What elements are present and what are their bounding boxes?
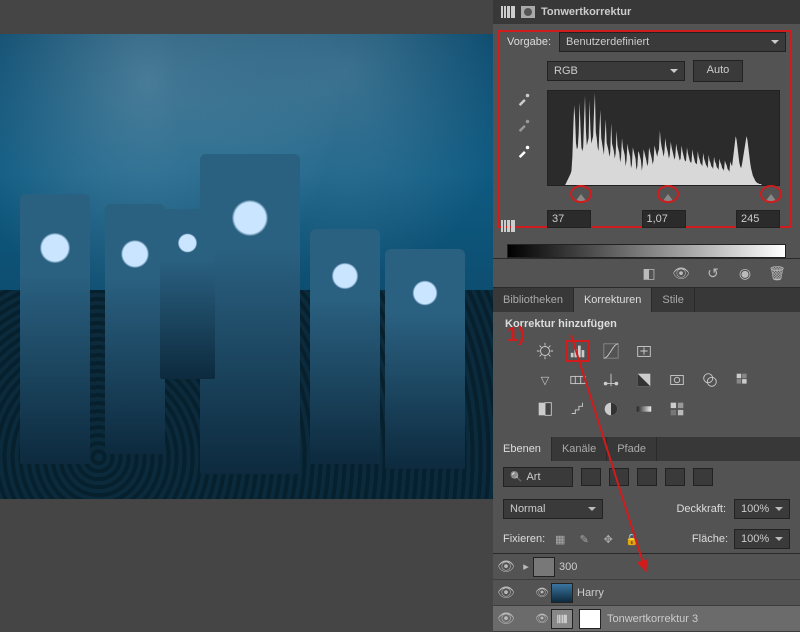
input-slider-track[interactable] (547, 188, 780, 206)
tab-stile[interactable]: Stile (652, 288, 694, 312)
channel-mixer-icon[interactable] (698, 369, 722, 391)
visibility-toggle-icon[interactable]: 👁 (493, 610, 519, 627)
lock-position-icon[interactable]: ✥ (599, 531, 617, 547)
black-point-eyedropper-icon[interactable] (515, 90, 533, 108)
photo-subject (105, 204, 165, 454)
curves-adjustment-icon[interactable] (599, 340, 623, 362)
auto-button[interactable]: Auto (693, 60, 743, 82)
posterize-icon[interactable] (566, 398, 590, 420)
filter-shape-icon[interactable] (665, 468, 685, 486)
lock-label: Fixieren: (503, 533, 545, 545)
layer-list: 👁 ▸ 300 👁 👁 Harry 👁 👁 Tonwertkorrektur 3 (493, 553, 800, 632)
preset-label: Vorgabe: (507, 36, 551, 48)
folder-toggle-icon[interactable]: ▸ (519, 560, 533, 573)
link-icon[interactable]: 👁 (533, 586, 551, 599)
exposure-adjustment-icon[interactable] (632, 340, 656, 362)
image-canvas[interactable] (0, 34, 493, 499)
filter-adjustment-icon[interactable] (609, 468, 629, 486)
layer-mask-thumbnail[interactable] (579, 609, 601, 629)
white-point-input[interactable]: 245 (736, 210, 780, 228)
lock-all-icon[interactable]: 🔒 (623, 531, 641, 547)
photo-subject (385, 249, 465, 469)
levels-icon (501, 6, 515, 18)
preset-select[interactable]: Benutzerdefiniert (559, 32, 786, 52)
filter-type-icon[interactable] (637, 468, 657, 486)
threshold-icon[interactable] (599, 398, 623, 420)
gradient-map-icon[interactable] (632, 398, 656, 420)
tab-pfade[interactable]: Pfade (607, 437, 657, 461)
tab-korrekturen[interactable]: Korrekturen (574, 288, 652, 312)
layer-row[interactable]: 👁 ▸ 300 (493, 554, 800, 580)
white-point-eyedropper-icon[interactable] (515, 142, 533, 160)
vibrance-icon[interactable]: ▽ (533, 369, 557, 391)
layer-filter-kind-select[interactable]: Art (503, 467, 573, 487)
properties-title: Tonwertkorrektur (541, 6, 631, 18)
opacity-label: Deckkraft: (676, 503, 726, 515)
layer-row[interactable]: 👁 👁 Harry (493, 580, 800, 606)
adjustments-header: Korrektur hinzufügen (493, 312, 800, 336)
clip-to-layer-icon[interactable]: ◧ (640, 265, 658, 281)
annotation-circle (570, 185, 592, 203)
color-balance-icon[interactable] (599, 369, 623, 391)
adjustment-thumbnail (551, 609, 573, 629)
layer-name[interactable]: Tonwertkorrektur 3 (607, 613, 698, 625)
filter-pixel-icon[interactable] (581, 468, 601, 486)
adjustments-grid: ▽ (493, 336, 800, 437)
color-lookup-icon[interactable] (731, 369, 755, 391)
levels-adjustment-icon[interactable] (566, 340, 590, 362)
properties-panel-header: Tonwertkorrektur (493, 0, 800, 24)
photo-subject (160, 209, 215, 379)
lock-pixels-icon[interactable]: ✎ (575, 531, 593, 547)
blend-mode-select[interactable]: Normal (503, 499, 603, 519)
selective-color-icon[interactable] (665, 398, 689, 420)
photo-subject (200, 154, 300, 474)
tab-kanaele[interactable]: Kanäle (552, 437, 607, 461)
mask-icon (521, 6, 535, 18)
channel-select[interactable]: RGB (547, 61, 685, 81)
visibility-toggle-icon[interactable]: 👁 (493, 558, 519, 575)
black-white-icon[interactable] (632, 369, 656, 391)
fill-input[interactable]: 100% (734, 529, 790, 549)
properties-footer: ◧ 👁 ↺ ◉ 🗑 (493, 258, 800, 288)
right-panel-stack: Tonwertkorrektur 2) Vorgabe: Benutzerdef… (493, 0, 800, 600)
lock-transparency-icon[interactable]: ▦ (551, 531, 569, 547)
visibility-toggle-icon[interactable]: 👁 (493, 584, 519, 601)
photo-subject (20, 194, 90, 464)
black-point-input[interactable]: 37 (547, 210, 591, 228)
annotation-circle (657, 185, 679, 203)
reset-icon[interactable]: ↺ (704, 265, 722, 281)
view-previous-icon[interactable]: 👁 (672, 265, 690, 281)
link-icon[interactable]: 👁 (533, 612, 551, 625)
trash-icon[interactable]: 🗑 (768, 265, 786, 281)
fill-label: Fläche: (692, 533, 728, 545)
opacity-input[interactable]: 100% (734, 499, 790, 519)
layer-name[interactable]: 300 (559, 561, 577, 573)
hue-sat-icon[interactable] (566, 369, 590, 391)
toggle-visibility-icon[interactable]: ◉ (736, 265, 754, 281)
tab-ebenen[interactable]: Ebenen (493, 437, 552, 461)
layers-tabs: Ebenen Kanäle Pfade (493, 437, 800, 461)
histogram (547, 90, 780, 186)
filter-smart-icon[interactable] (693, 468, 713, 486)
annotation-circle (760, 185, 782, 203)
layer-name[interactable]: Harry (577, 587, 604, 599)
photo-filter-icon[interactable] (665, 369, 689, 391)
levels-controls: Vorgabe: Benutzerdefiniert RGB Auto (493, 24, 800, 236)
brightness-contrast-icon[interactable] (533, 340, 557, 362)
adjustments-tabs: Bibliotheken Korrekturen Stile (493, 288, 800, 312)
photo-subject (310, 229, 380, 464)
layer-row[interactable]: 👁 👁 Tonwertkorrektur 3 (493, 606, 800, 632)
output-gradient[interactable] (507, 244, 786, 258)
eyedropper-group (515, 90, 533, 160)
tab-bibliotheken[interactable]: Bibliotheken (493, 288, 574, 312)
gray-point-eyedropper-icon[interactable] (515, 116, 533, 134)
invert-icon[interactable] (533, 398, 557, 420)
folder-icon (533, 557, 555, 577)
levels-small-icon (501, 220, 515, 232)
gamma-input[interactable]: 1,07 (642, 210, 686, 228)
